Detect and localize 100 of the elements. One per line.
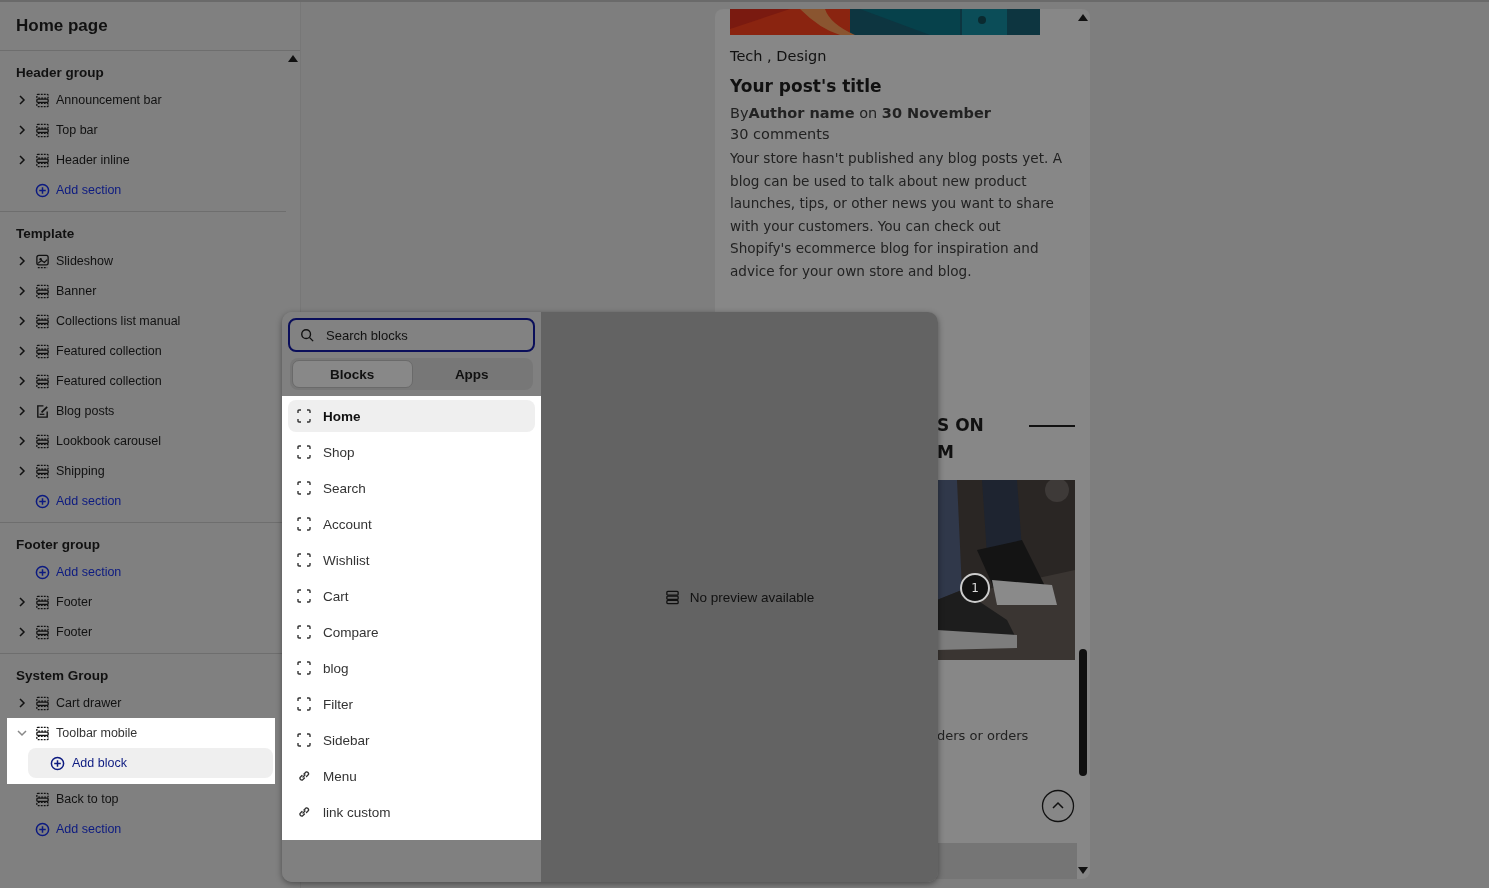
block-icon xyxy=(297,553,311,567)
chevron-icon[interactable] xyxy=(17,155,27,165)
link-icon xyxy=(297,769,311,783)
block-icon xyxy=(297,589,311,603)
chevron-icon[interactable] xyxy=(17,376,27,386)
empty-preview-message: No preview available xyxy=(664,589,815,605)
search-field[interactable]: Search blocks xyxy=(288,318,535,352)
comment-count: 30 comments xyxy=(730,126,831,142)
block-item[interactable]: link custom xyxy=(288,796,535,828)
section-icon xyxy=(35,373,50,389)
tab[interactable]: Blocks xyxy=(292,360,413,388)
section-item[interactable]: Lookbook carousel xyxy=(0,426,286,456)
block-item[interactable]: Filter xyxy=(288,688,535,720)
block-icon xyxy=(297,409,311,423)
chevron-icon[interactable] xyxy=(17,346,27,356)
image-section-icon xyxy=(35,253,50,269)
section-item[interactable]: Header inline xyxy=(0,145,286,175)
section-icon xyxy=(35,343,50,359)
tab[interactable]: Apps xyxy=(412,360,531,388)
post-excerpt: Your store hasn't published any blog posts yet. A blog can be used to talk about new product launches, tips, or other news you want to share with your customers. You can check out Shopify's ecommerce blog for inspiration and advice for your own store and blog. xyxy=(730,149,1063,281)
caption-text: ders or orders xyxy=(937,728,1030,743)
add-block-button[interactable]: Add block xyxy=(28,748,273,778)
section-item[interactable]: Back to top xyxy=(0,784,286,814)
post-title: Your post's title xyxy=(730,76,883,96)
block-item[interactable]: Sidebar xyxy=(288,724,535,756)
section-item[interactable]: Toolbar mobile xyxy=(7,718,275,748)
section-item[interactable]: Announcement bar xyxy=(0,85,286,115)
plus-circle-icon xyxy=(35,821,50,837)
section-icon xyxy=(35,791,50,807)
section-item[interactable]: Banner xyxy=(0,276,286,306)
section-heading: S ON M xyxy=(937,414,984,464)
group-heading: System Group xyxy=(15,668,110,683)
block-icon xyxy=(297,661,311,675)
chevron-icon[interactable] xyxy=(17,698,27,708)
section-item[interactable]: Collections list manual xyxy=(0,306,286,336)
block-item[interactable]: blog xyxy=(288,652,535,684)
chevron-icon[interactable] xyxy=(17,286,27,296)
chevron-icon[interactable] xyxy=(17,95,27,105)
chevron-icon[interactable] xyxy=(17,466,27,476)
section-item[interactable]: Slideshow xyxy=(0,246,286,276)
block-item[interactable]: Home xyxy=(288,400,535,432)
link-icon xyxy=(297,805,311,819)
edit-document-icon xyxy=(35,403,50,419)
section-icon xyxy=(664,589,680,605)
section-item[interactable]: Footer xyxy=(0,587,286,617)
section-icon xyxy=(35,624,50,640)
chevron-icon[interactable] xyxy=(17,256,27,266)
section-item[interactable]: Footer xyxy=(0,617,286,647)
section-item[interactable]: Blog posts xyxy=(0,396,286,426)
post-tags: Tech , Design xyxy=(730,48,1075,64)
block-icon xyxy=(297,517,311,531)
add-section-link[interactable]: Add section xyxy=(0,557,286,587)
block-icon xyxy=(297,733,311,747)
chevron-icon[interactable] xyxy=(17,627,27,637)
section-item[interactable]: Featured collection xyxy=(0,366,286,396)
block-icon xyxy=(297,481,311,495)
add-section-link[interactable]: Add section xyxy=(0,814,286,844)
back-to-top-icon[interactable] xyxy=(1041,789,1075,823)
chevron-icon[interactable] xyxy=(17,597,27,607)
add-section-link[interactable]: Add section xyxy=(0,486,286,516)
block-icon xyxy=(297,445,311,459)
block-item[interactable]: Account xyxy=(288,508,535,540)
group-heading: Template xyxy=(15,226,76,241)
block-item[interactable]: Shop xyxy=(288,436,535,468)
section-icon xyxy=(35,695,50,711)
block-item[interactable]: Menu xyxy=(288,760,535,792)
block-item[interactable]: Wishlist xyxy=(288,544,535,576)
post-byline: ByAuthor name on 30 November xyxy=(730,105,992,121)
scrollbar-thumb[interactable] xyxy=(1079,649,1087,776)
section-icon xyxy=(35,122,50,138)
scroll-up-arrow-icon[interactable] xyxy=(288,55,298,62)
search-icon xyxy=(300,328,314,342)
chevron-icon[interactable] xyxy=(17,406,27,416)
section-icon xyxy=(35,92,50,108)
chevron-icon[interactable] xyxy=(17,125,27,135)
block-item[interactable]: Cart xyxy=(288,580,535,612)
group-heading: Footer group xyxy=(15,537,101,552)
plus-circle-icon xyxy=(50,755,65,771)
section-icon xyxy=(35,594,50,610)
plus-circle-icon xyxy=(35,564,50,580)
chevron-icon[interactable] xyxy=(17,728,27,738)
block-item[interactable]: Search xyxy=(288,472,535,504)
block-icon xyxy=(297,697,311,711)
page-title: Home page xyxy=(0,2,300,51)
section-icon xyxy=(35,152,50,168)
chevron-icon[interactable] xyxy=(17,436,27,446)
scroll-down-arrow-icon[interactable] xyxy=(1078,867,1088,874)
section-item[interactable]: Featured collection xyxy=(0,336,286,366)
group-heading: Header group xyxy=(15,65,105,80)
section-icon xyxy=(35,313,50,329)
section-icon xyxy=(35,725,50,741)
scroll-up-arrow-icon[interactable] xyxy=(1078,14,1088,21)
chevron-icon[interactable] xyxy=(17,316,27,326)
section-item[interactable]: Top bar xyxy=(0,115,286,145)
section-item[interactable]: Cart drawer xyxy=(0,688,286,718)
section-icon xyxy=(35,463,50,479)
block-icon xyxy=(297,625,311,639)
section-item[interactable]: Shipping xyxy=(0,456,286,486)
block-item[interactable]: Compare xyxy=(288,616,535,648)
add-section-link[interactable]: Add section xyxy=(0,175,286,205)
